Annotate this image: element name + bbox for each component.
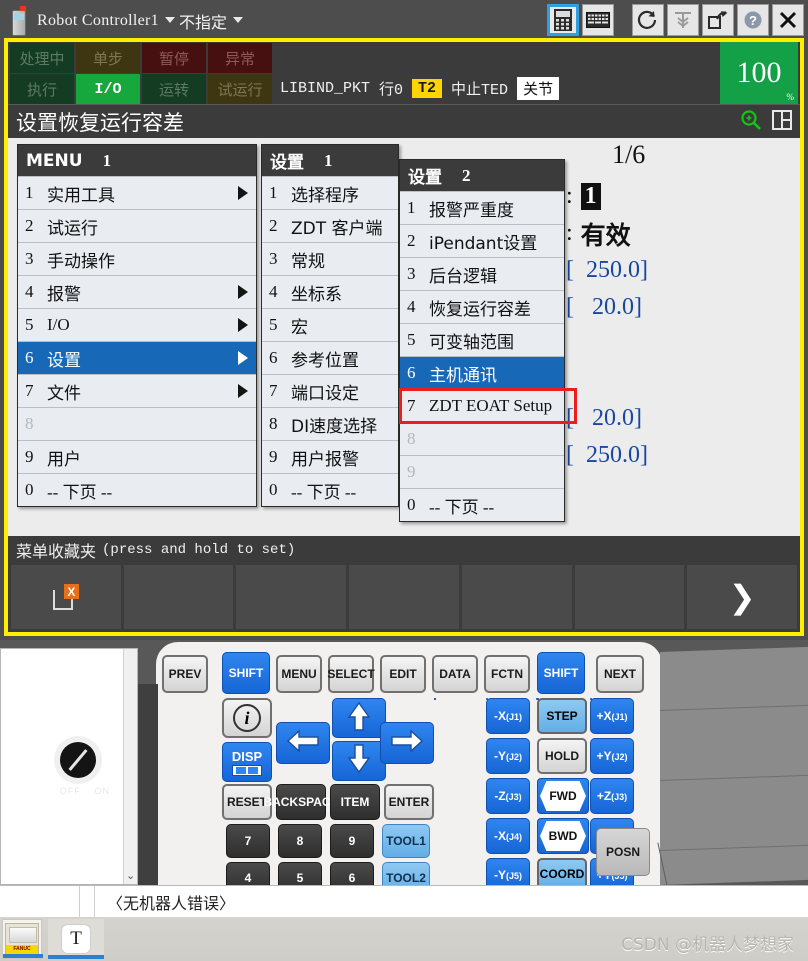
key-jog-neg-j2[interactable]: -Y(J2) — [486, 738, 530, 774]
key-next-label: NEXT — [603, 666, 636, 681]
key-jog-pos-j2-label: +Y(J2) — [596, 748, 628, 763]
key-num-8-label: 8 — [296, 833, 304, 848]
spacer8 — [486, 698, 488, 700]
disp-panes-icon — [232, 764, 262, 776]
key-jog-pos-j1[interactable]: +X(J1) — [590, 698, 634, 734]
key-enter[interactable]: ENTER — [384, 784, 434, 820]
key-prev-label: PREV — [168, 666, 202, 681]
key-tool-1[interactable]: TOOL1 — [382, 824, 430, 858]
key-data-label: DATA — [439, 666, 471, 681]
key-num-7-label: 7 — [244, 833, 252, 848]
key-num-5-label: 5 — [296, 870, 304, 885]
key-menu[interactable]: MENU — [276, 655, 322, 693]
key-select[interactable]: SELECT — [327, 655, 375, 693]
key-fwd[interactable]: FWD — [537, 778, 589, 814]
key-reset-label: RESET — [226, 794, 267, 809]
key-num-6-label: 6 — [348, 870, 356, 885]
key-jog-neg-j4-label: -X(J4) — [493, 828, 522, 843]
key-data[interactable]: DATA — [432, 655, 478, 693]
key-shift-right[interactable]: SHIFT — [537, 652, 585, 694]
key-prev[interactable]: PREV — [162, 655, 208, 693]
spacer10 — [536, 698, 538, 700]
key-info[interactable]: i — [222, 698, 272, 738]
arrow-left-icon — [286, 729, 320, 757]
key-item-label: ITEM — [340, 794, 370, 809]
key-num-8[interactable]: 8 — [278, 824, 322, 858]
key-shift-left[interactable]: SHIFT — [222, 652, 270, 694]
arrow-right-icon — [390, 729, 424, 757]
key-arrow-right[interactable] — [380, 722, 434, 764]
key-item[interactable]: ITEM — [330, 784, 380, 820]
taskbar-active-indicator-1 — [3, 954, 43, 958]
key-step-label: STEP — [546, 708, 578, 723]
key-menu-label: MENU — [281, 666, 317, 681]
spacer9 — [434, 698, 436, 700]
key-coord-label: COORD — [539, 866, 585, 881]
key-num-9[interactable]: 9 — [330, 824, 374, 858]
key-num-4-label: 4 — [244, 870, 252, 885]
key-num-9-label: 9 — [348, 833, 356, 848]
key-jog-neg-j3[interactable]: -Z(J3) — [486, 778, 530, 814]
keypad: PREV SHIFT MENU SELECT EDIT DATA FCTN SH… — [0, 0, 808, 961]
arrow-up-icon — [347, 700, 371, 736]
info-icon: i — [233, 704, 261, 732]
key-edit[interactable]: EDIT — [380, 655, 426, 693]
key-jog-neg-j1-label: -X(J1) — [493, 708, 522, 723]
error-bar-cell-1 — [0, 886, 80, 917]
taskbar-active-indicator-2 — [48, 955, 104, 959]
key-arrow-left[interactable] — [276, 722, 330, 764]
error-message: 〈无机器人错误〉 — [107, 893, 236, 913]
key-backspace-label: BACKSPACE — [263, 794, 339, 809]
watermark: CSDN @机器人梦想家 — [621, 935, 794, 955]
key-fwd-label: FWD — [540, 781, 586, 811]
key-arrow-down[interactable] — [332, 741, 386, 781]
key-fctn[interactable]: FCTN — [484, 655, 530, 693]
key-shift-right-label: SHIFT — [543, 665, 579, 680]
key-select-label: SELECT — [327, 666, 375, 681]
key-backspace[interactable]: BACKSPACE — [263, 784, 339, 820]
key-shift-left-label: SHIFT — [228, 665, 264, 680]
taskbar-item-fanuc[interactable]: FANUC — [2, 919, 43, 959]
arrow-down-icon — [347, 743, 371, 779]
key-posn-label: POSN — [605, 845, 640, 859]
key-step[interactable]: STEP — [537, 698, 587, 734]
key-disp[interactable]: DISP — [222, 742, 272, 782]
key-bwd-label: BWD — [540, 821, 586, 851]
key-arrow-up[interactable] — [332, 698, 386, 738]
key-jog-pos-j3-label: +Z(J3) — [596, 788, 628, 803]
taskbar-item-text-editor[interactable]: T — [48, 919, 104, 959]
key-jog-neg-j3-label: -Z(J3) — [494, 788, 522, 803]
key-bwd[interactable]: BWD — [537, 818, 589, 854]
key-jog-neg-j2-label: -Y(J2) — [493, 748, 522, 763]
key-jog-pos-j1-label: +X(J1) — [596, 708, 628, 723]
key-hold-label: HOLD — [545, 748, 579, 763]
text-editor-icon: T — [61, 924, 91, 954]
key-tool-1-label: TOOL1 — [386, 833, 426, 848]
key-jog-neg-j1[interactable]: -X(J1) — [486, 698, 530, 734]
fanuc-app-icon: FANUC — [5, 923, 39, 955]
key-jog-pos-j2[interactable]: +Y(J2) — [590, 738, 634, 774]
error-status-bar: 〈无机器人错误〉 — [0, 885, 808, 917]
key-posn[interactable]: POSN — [596, 828, 650, 876]
key-fctn-label: FCTN — [491, 666, 523, 681]
key-next[interactable]: NEXT — [596, 655, 644, 693]
key-enter-label: ENTER — [388, 794, 430, 809]
key-disp-label: DISP — [231, 748, 263, 764]
key-jog-neg-j4[interactable]: -X(J4) — [486, 818, 530, 854]
key-jog-neg-j5-label: -Y(J5) — [493, 867, 522, 882]
key-tool-2-label: TOOL2 — [386, 870, 426, 885]
key-edit-label: EDIT — [389, 666, 417, 681]
key-jog-pos-j3[interactable]: +Z(J3) — [590, 778, 634, 814]
screen-root: Robot Controller1 不指定 ? 处理中 单步 暂停 异常 执行 … — [0, 0, 808, 961]
error-bar-cell-2 — [80, 886, 95, 917]
key-num-7[interactable]: 7 — [226, 824, 270, 858]
key-hold[interactable]: HOLD — [537, 738, 587, 774]
